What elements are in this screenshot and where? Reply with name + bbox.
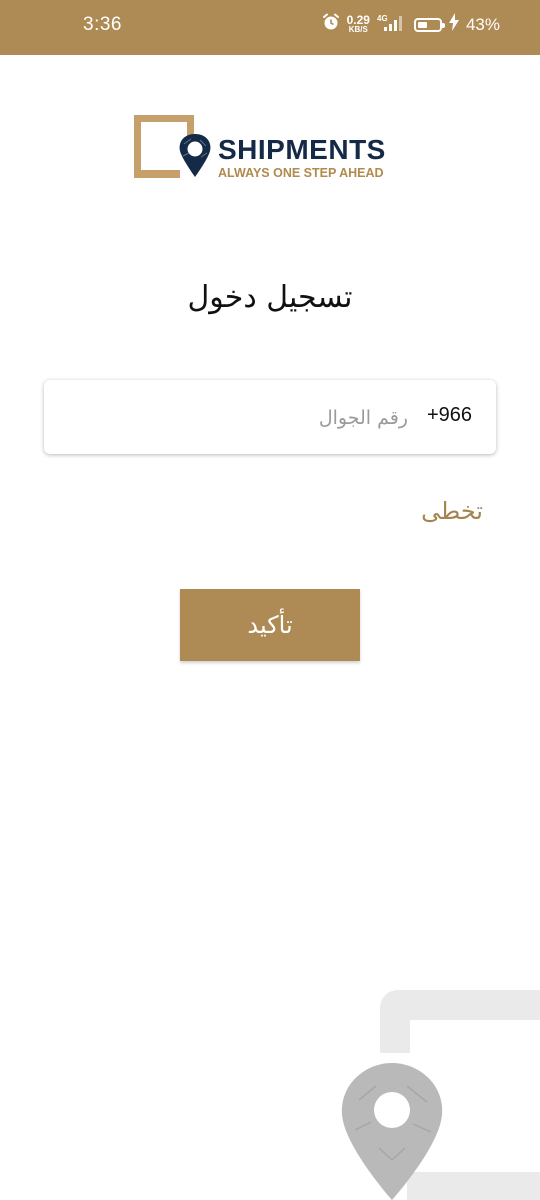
signal-icon: 4G — [377, 13, 407, 36]
page-title: تسجيل دخول — [187, 280, 353, 315]
network-speed-value: 0.29 — [346, 12, 370, 27]
status-time: 3:36 — [83, 14, 122, 35]
phone-input[interactable] — [64, 398, 410, 438]
network-speed-unit: KB/S — [348, 24, 368, 34]
logo-tagline: ALWAYS ONE STEP AHEAD — [218, 166, 384, 180]
logo-name: SHIPMENTS — [218, 134, 386, 165]
logo-mark-icon — [134, 115, 211, 178]
charging-icon — [448, 13, 459, 36]
battery-icon — [413, 17, 445, 32]
phone-field: +966 — [44, 380, 496, 454]
status-icons: 0.29 KB/S 4G 43% — [322, 13, 500, 36]
battery-percent: 43% — [465, 14, 500, 34]
shipments-logo: SHIPMENTS ALWAYS ONE STEP AHEAD — [134, 113, 406, 183]
country-code[interactable]: +966 — [427, 404, 472, 427]
logo-watermark-icon — [341, 990, 540, 1200]
status-bar: 3:36 0.29 KB/S 4G 43% — [0, 0, 540, 55]
alarm-icon — [322, 13, 340, 36]
confirm-button[interactable]: تأكيد — [180, 589, 360, 661]
network-speed: 0.29 KB/S — [346, 12, 370, 35]
skip-link[interactable]: تخطى — [421, 497, 483, 525]
network-type: 4G — [377, 14, 388, 23]
